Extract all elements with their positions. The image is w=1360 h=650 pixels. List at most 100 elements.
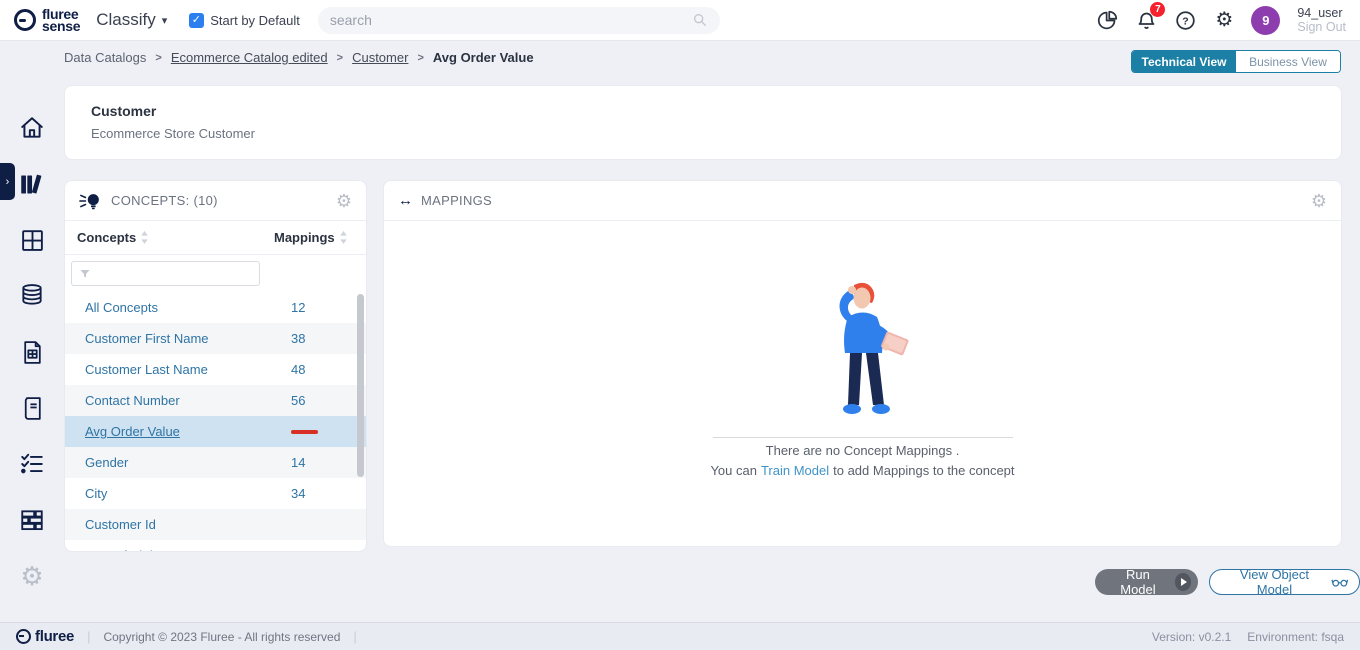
search-icon: [692, 12, 708, 28]
entity-subtitle: Ecommerce Store Customer: [91, 126, 1315, 141]
analytics-button[interactable]: [1095, 8, 1119, 32]
gear-icon[interactable]: ⚙: [1311, 192, 1327, 210]
sort-icon: [140, 231, 149, 244]
concept-row[interactable]: Customer Id: [65, 509, 366, 540]
footer: fluree | Copyright © 2023 Fluree - All r…: [0, 622, 1360, 650]
mapping-loading-indicator: [291, 430, 318, 434]
search-bar: [318, 7, 720, 34]
bulb-icon: [79, 191, 103, 211]
train-model-link[interactable]: Train Model: [761, 463, 829, 478]
brand-line2: sense: [42, 20, 80, 32]
notifications-button[interactable]: 7: [1134, 8, 1158, 32]
concept-filter-input[interactable]: [96, 267, 252, 281]
divider: [713, 437, 1013, 438]
run-model-button[interactable]: Run Model: [1095, 569, 1198, 595]
scrollbar-thumb[interactable]: [357, 294, 364, 477]
sidebar-item-pipelines[interactable]: [0, 492, 64, 548]
avatar[interactable]: 9: [1251, 6, 1280, 35]
gear-icon: ⚙: [1215, 10, 1233, 30]
concept-filter-box: [71, 261, 260, 286]
caret-down-icon: ▾: [162, 14, 168, 27]
divider: |: [353, 629, 356, 644]
concept-row[interactable]: Gender 14: [65, 447, 366, 478]
play-icon: [1175, 573, 1192, 591]
funnel-icon: [79, 268, 91, 280]
sign-out-link[interactable]: Sign Out: [1297, 20, 1346, 34]
home-icon: [19, 115, 45, 141]
app-canvas: fluree sense Classify ▾ Start by Default…: [0, 0, 1360, 650]
classify-menu[interactable]: Classify ▾: [96, 10, 167, 30]
divider: |: [87, 629, 90, 644]
sidebar-item-glossary[interactable]: [0, 380, 64, 436]
breadcrumb: Data Catalogs > Ecommerce Catalog edited…: [64, 50, 534, 65]
pie-chart-icon: [1097, 10, 1118, 31]
mappings-panel-title: MAPPINGS: [421, 193, 492, 208]
sort-icon: [339, 231, 348, 244]
sidebar-active-indicator[interactable]: ›: [0, 163, 15, 200]
concept-row-selected[interactable]: Avg Order Value: [65, 416, 366, 447]
search-input[interactable]: [330, 12, 692, 28]
gear-icon: ⚙: [20, 563, 43, 589]
help-icon: ?: [1175, 10, 1196, 31]
checklist-icon: [19, 451, 45, 477]
concept-row[interactable]: Customer Last Name 48: [65, 354, 366, 385]
gear-icon[interactable]: ⚙: [336, 192, 352, 210]
username-label: 94_user: [1297, 6, 1346, 20]
chevron-right-icon: >: [337, 52, 343, 64]
bricks-icon: [19, 507, 45, 533]
business-view-button[interactable]: Business View: [1236, 51, 1340, 72]
copyright-text: Copyright © 2023 Fluree - All rights res…: [103, 630, 340, 644]
start-by-default-label: Start by Default: [210, 13, 300, 28]
glasses-icon: [1331, 577, 1349, 588]
technical-view-button[interactable]: Technical View: [1132, 51, 1236, 72]
empty-state-hint: You can Train Model to add Mappings to t…: [710, 463, 1014, 478]
book-icon: [20, 396, 45, 421]
grid-icon: [20, 228, 45, 253]
concepts-column-header[interactable]: Concepts: [77, 230, 149, 245]
svg-text:?: ?: [1182, 15, 1188, 27]
entity-card: Customer Ecommerce Store Customer: [64, 85, 1342, 160]
start-by-default-option: Start by Default: [189, 13, 300, 28]
footer-fluree-logo: fluree: [16, 628, 74, 645]
file-table-icon: [20, 340, 45, 365]
start-by-default-checkbox[interactable]: [189, 13, 204, 28]
chevron-right-icon: >: [417, 52, 423, 64]
version-label: Version: v0.2.1: [1152, 630, 1231, 644]
fluree-sense-logo[interactable]: fluree sense: [14, 8, 80, 32]
sidebar-item-datasets[interactable]: [0, 268, 64, 324]
mappings-column-header[interactable]: Mappings: [274, 230, 348, 245]
chevron-right-icon: >: [155, 52, 161, 64]
concept-row[interactable]: All Concepts 12: [65, 292, 366, 323]
view-toggle: Technical View Business View: [1131, 50, 1341, 73]
notification-badge: 7: [1150, 2, 1165, 17]
database-icon: [19, 283, 45, 309]
concept-row[interactable]: Date of Birth 11: [65, 540, 366, 552]
sidebar-item-home[interactable]: [0, 100, 64, 156]
sidebar-item-tasks[interactable]: [0, 436, 64, 492]
empty-state: There are no Concept Mappings . You can …: [384, 281, 1341, 478]
concepts-panel: CONCEPTS: (10) ⚙ Concepts Mappings All C…: [64, 180, 367, 552]
view-object-model-button[interactable]: View Object Model: [1209, 569, 1360, 595]
mappings-panel: ↔ MAPPINGS ⚙: [383, 180, 1342, 547]
settings-button[interactable]: ⚙: [1212, 8, 1236, 32]
action-bar: Run Model View Object Model: [1095, 569, 1360, 595]
breadcrumb-catalog-link[interactable]: Ecommerce Catalog edited: [171, 50, 328, 65]
sidebar-item-tables[interactable]: [0, 212, 64, 268]
entity-title: Customer: [91, 103, 1315, 119]
empty-state-message: There are no Concept Mappings .: [766, 443, 960, 458]
concepts-panel-title: CONCEPTS: (10): [111, 193, 218, 208]
breadcrumb-customer-link[interactable]: Customer: [352, 50, 408, 65]
sidebar-item-settings[interactable]: ⚙: [0, 548, 64, 604]
classify-menu-label: Classify: [96, 10, 156, 30]
environment-label: Environment: fsqa: [1247, 630, 1344, 644]
concept-row[interactable]: Contact Number 56: [65, 385, 366, 416]
help-button[interactable]: ?: [1173, 8, 1197, 32]
breadcrumb-data-catalogs[interactable]: Data Catalogs: [64, 50, 146, 65]
sidebar-item-documents[interactable]: [0, 324, 64, 380]
library-icon: [19, 171, 46, 198]
concept-row[interactable]: City 34: [65, 478, 366, 509]
concepts-list: All Concepts 12 Customer First Name 38 C…: [65, 292, 366, 552]
breadcrumb-current: Avg Order Value: [433, 50, 534, 65]
concept-row[interactable]: Customer First Name 38: [65, 323, 366, 354]
double-arrow-icon: ↔: [398, 192, 413, 209]
